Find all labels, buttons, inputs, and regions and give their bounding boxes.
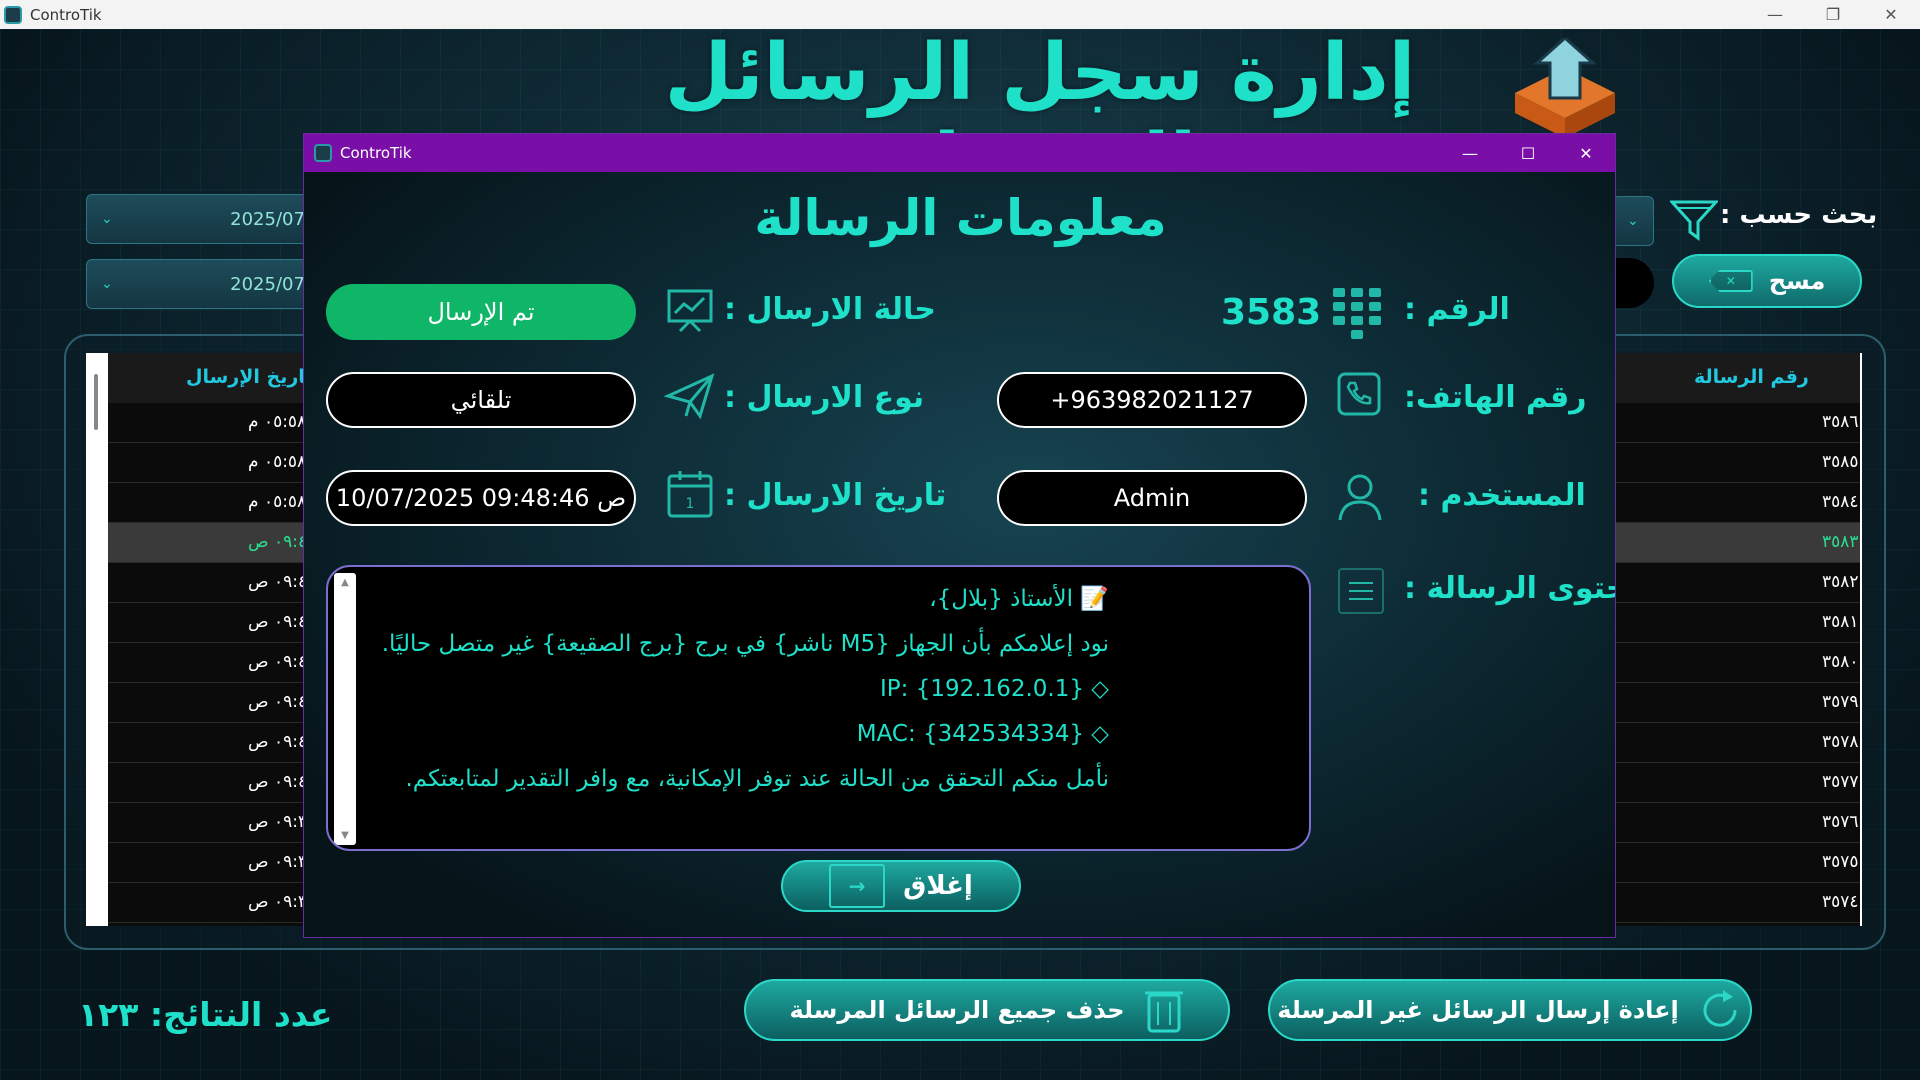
cell-message-id: ٣٥٨١ bbox=[1822, 612, 1859, 632]
dialog-window-title: ControTik bbox=[340, 144, 412, 162]
header-message-id[interactable]: رقم الرسالة bbox=[1694, 366, 1809, 388]
paper-plane-icon bbox=[664, 373, 715, 420]
keypad-icon bbox=[1333, 288, 1381, 339]
type-value: تلقائي bbox=[326, 372, 636, 428]
user-label: المستخدم : bbox=[1418, 478, 1586, 513]
calendar-icon: 1 bbox=[667, 471, 713, 518]
date-to-picker[interactable]: ⌄ 2025/07/ bbox=[86, 259, 326, 309]
status-label: حالة الارسال : bbox=[724, 292, 936, 327]
cell-message-id: ٣٥٧٦ bbox=[1822, 812, 1859, 832]
dialog-maximize-button[interactable]: ☐ bbox=[1499, 134, 1557, 172]
cell-message-id: ٣٥٨٣ bbox=[1822, 532, 1859, 552]
date-from-value: 2025/07/ bbox=[230, 208, 311, 230]
type-label: نوع الارسال : bbox=[724, 380, 925, 415]
dialog-titlebar: ControTik — ☐ ✕ bbox=[304, 134, 1615, 172]
upload-box-logo-icon bbox=[1515, 38, 1615, 138]
delete-all-button[interactable]: حذف جميع الرسائل المرسلة bbox=[744, 979, 1230, 1041]
svg-text:1: 1 bbox=[686, 496, 695, 512]
resend-button[interactable]: إعادة إرسال الرسائل غير المرسلة bbox=[1268, 979, 1752, 1041]
close-label: إغلاق bbox=[903, 871, 973, 901]
id-label: الرقم : bbox=[1404, 292, 1510, 327]
dialog-close-x-button[interactable]: ✕ bbox=[1557, 134, 1615, 172]
message-info-dialog: ControTik — ☐ ✕ معلومات الرسالة الرقم : … bbox=[303, 133, 1616, 938]
message-text: 📝 الأستاذ {بلال}، نود إعلامكم بأن الجهاز… bbox=[349, 577, 1109, 802]
message-line: 📝 الأستاذ {بلال}، bbox=[929, 586, 1109, 612]
user-value: Admin bbox=[997, 470, 1307, 526]
chart-board-icon bbox=[667, 289, 713, 333]
message-lines-icon bbox=[1338, 568, 1384, 614]
delete-all-label: حذف جميع الرسائل المرسلة bbox=[789, 996, 1125, 1024]
trash-icon bbox=[1144, 991, 1183, 1033]
cell-message-id: ٣٥٨٤ bbox=[1822, 492, 1859, 512]
exit-door-icon: → bbox=[829, 864, 886, 908]
chevron-down-icon: ⌄ bbox=[101, 276, 113, 292]
clear-button[interactable]: مسح ✕ bbox=[1672, 254, 1862, 308]
cell-message-id: ٣٥٧٩ bbox=[1822, 692, 1859, 712]
date-from-picker[interactable]: ⌄ 2025/07/ bbox=[86, 194, 326, 244]
phone-value: +963982021127 bbox=[997, 372, 1307, 428]
message-line: ◇ IP: {192.162.0.1} bbox=[880, 676, 1109, 702]
content-label: محتوى الرسالة : bbox=[1404, 571, 1615, 606]
filter-combo[interactable]: ⌄ bbox=[1612, 196, 1654, 246]
refresh-icon bbox=[1703, 990, 1737, 1027]
date-value: 10/07/2025 09:48:46 ص bbox=[326, 470, 636, 526]
message-content-box[interactable]: ▲ ▼ 📝 الأستاذ {بلال}، نود إعلامكم بأن ال… bbox=[326, 565, 1311, 851]
close-dialog-button[interactable]: إغلاق → bbox=[781, 860, 1021, 912]
main-titlebar: ControTik — ❐ ✕ bbox=[0, 0, 1920, 29]
filter-label: بحث حسب : bbox=[1720, 200, 1878, 230]
cell-message-id: ٣٥٨٢ bbox=[1822, 572, 1859, 592]
chevron-down-icon: ⌄ bbox=[101, 211, 113, 227]
clear-label: مسح bbox=[1768, 267, 1826, 295]
cell-message-id: ٣٥٧٥ bbox=[1822, 852, 1859, 872]
cell-message-id: ٣٥٧٨ bbox=[1822, 732, 1859, 752]
dialog-minimize-button[interactable]: — bbox=[1441, 134, 1499, 172]
app-logo-icon bbox=[4, 5, 22, 24]
app-logo-icon bbox=[314, 144, 332, 162]
phone-icon bbox=[1337, 372, 1381, 416]
cell-message-id: ٣٥٨٦ bbox=[1822, 412, 1859, 432]
minimize-button[interactable]: — bbox=[1746, 0, 1804, 29]
message-line: نود إعلامكم بأن الجهاز {M5 ناشر} في برج … bbox=[381, 631, 1109, 657]
date-label: تاريخ الارسال : bbox=[724, 478, 947, 513]
cell-message-id: ٣٥٧٧ bbox=[1822, 772, 1859, 792]
funnel-filter-icon bbox=[1670, 200, 1718, 241]
chevron-down-icon: ⌄ bbox=[1627, 213, 1639, 229]
user-avatar-icon bbox=[1338, 474, 1382, 521]
cell-message-id: ٣٥٨٥ bbox=[1822, 452, 1859, 472]
id-value: 3583 bbox=[1221, 292, 1322, 333]
close-window-button[interactable]: ✕ bbox=[1862, 0, 1920, 29]
date-to-value: 2025/07/ bbox=[230, 273, 311, 295]
restore-button[interactable]: ❐ bbox=[1804, 0, 1862, 29]
dialog-title: معلومات الرسالة bbox=[754, 189, 1167, 247]
message-line: ◇ MAC: {342534334} bbox=[856, 721, 1109, 747]
backspace-clear-icon: ✕ bbox=[1708, 270, 1753, 292]
scroll-down-icon[interactable]: ▼ bbox=[334, 830, 356, 841]
header-send-date[interactable]: تاريخ الإرسال bbox=[186, 366, 313, 388]
cell-message-id: ٣٥٧٤ bbox=[1822, 892, 1859, 912]
message-line: نأمل منكم التحقق من الحالة عند توفر الإم… bbox=[405, 766, 1110, 792]
cell-message-id: ٣٥٨٠ bbox=[1822, 652, 1859, 672]
window-title: ControTik bbox=[30, 5, 102, 24]
table-scrollbar[interactable] bbox=[94, 374, 98, 430]
result-count: عدد النتائج: ١٢٣ bbox=[78, 995, 333, 1034]
phone-label: رقم الهاتف: bbox=[1404, 380, 1587, 415]
resend-label: إعادة إرسال الرسائل غير المرسلة bbox=[1277, 996, 1679, 1024]
status-value: تم الإرسال bbox=[326, 284, 636, 340]
